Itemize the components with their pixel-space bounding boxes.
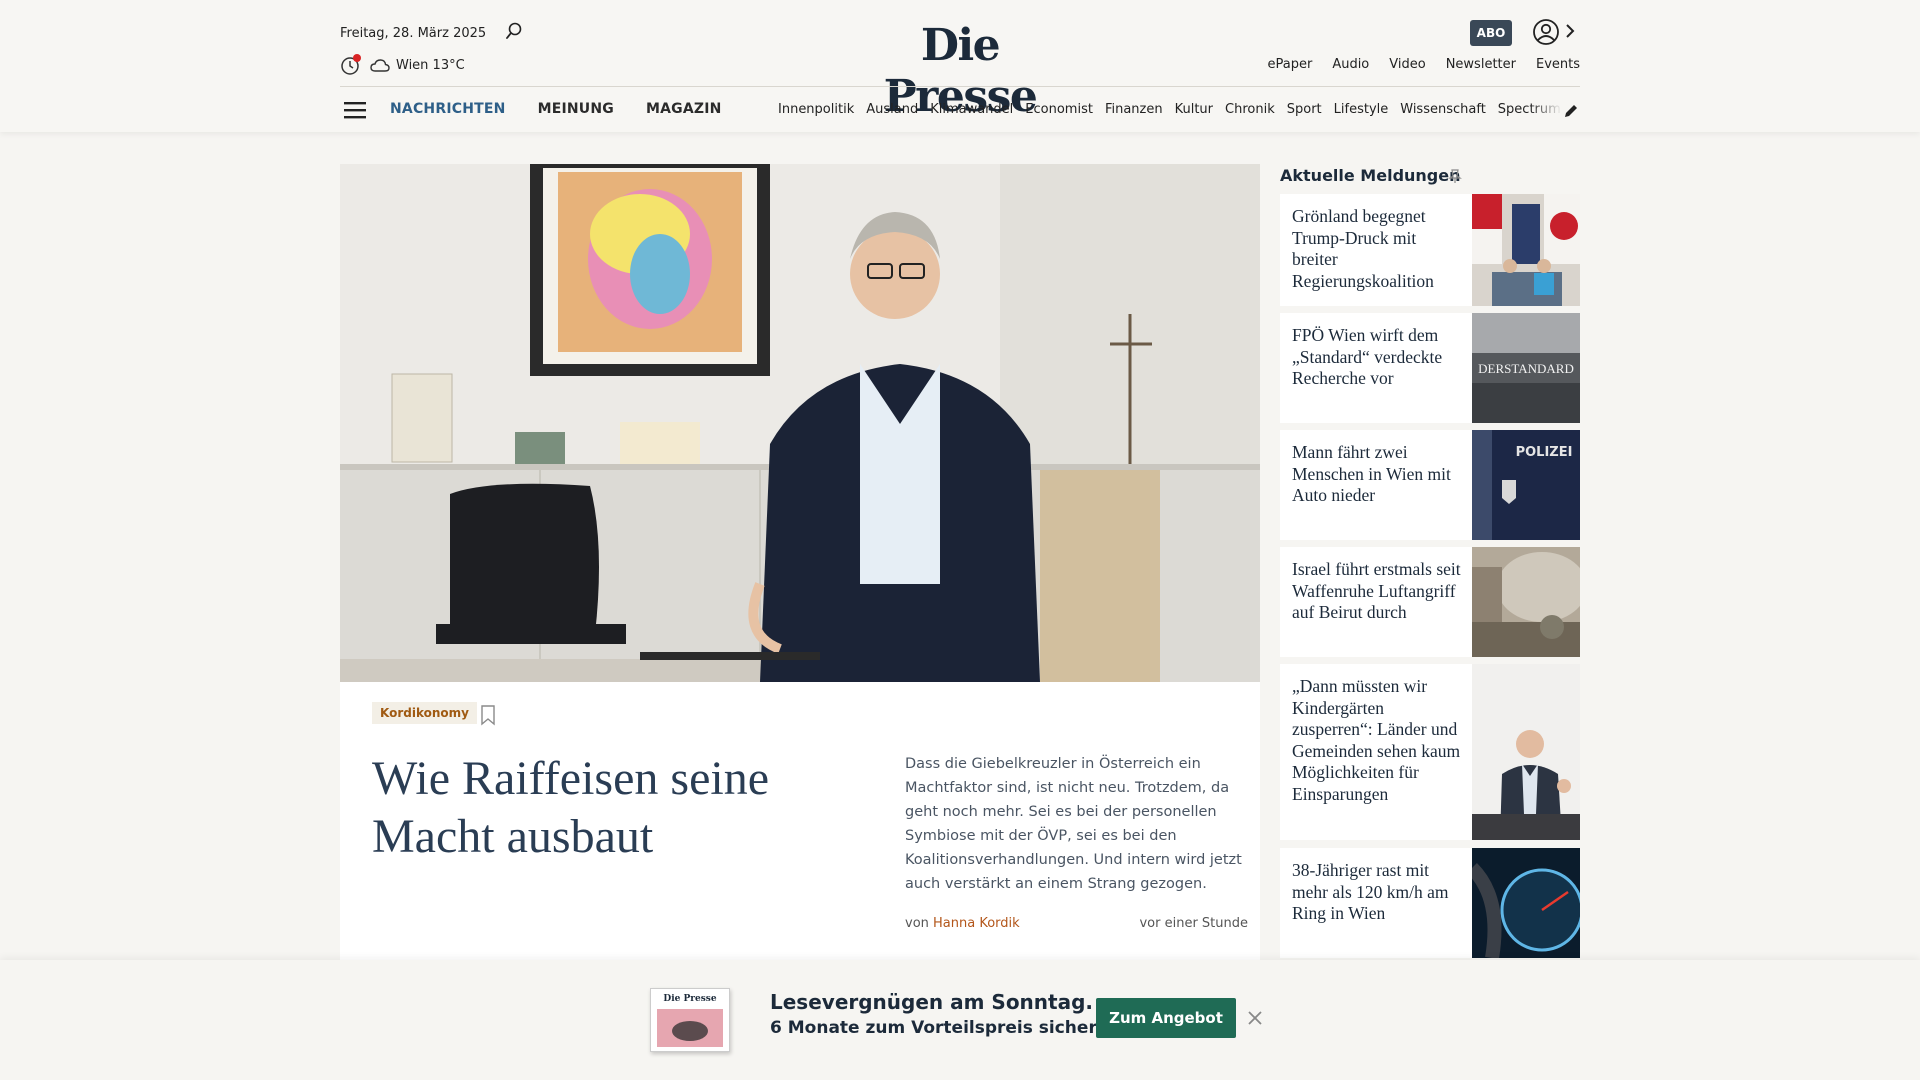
promo-subtitle: 6 Monate zum Vorteilspreis sichern. [770,1018,1116,1038]
util-nav-newsletter[interactable]: Newsletter [1446,57,1516,72]
util-nav-audio[interactable]: Audio [1332,57,1369,72]
promo-offer-button[interactable]: Zum Angebot [1096,998,1236,1038]
section-nav-item[interactable]: Wissenschaft [1400,102,1486,117]
section-nav-fade [1530,97,1562,123]
article-timestamp: vor einer Stunde [1139,916,1248,931]
article-byline: von Hanna Kordik [905,916,1020,931]
hero-photo-man-in-office [340,164,1260,682]
close-icon[interactable] [1247,1010,1263,1026]
section-nav-item[interactable]: Economist [1025,102,1093,117]
section-nav-item[interactable]: Innenpolitik [778,102,854,117]
greenland-flags-photo [1472,194,1580,306]
header-inner: Freitag, 28. März 2025 Wien 13°C Die Pre… [340,0,1580,132]
chevron-right-icon[interactable] [1564,22,1576,40]
current-date: Freitag, 28. März 2025 [340,26,487,41]
account-icon[interactable] [1532,18,1560,46]
section-nav-item[interactable]: Finanzen [1105,102,1163,117]
news-item-title[interactable]: Israel führt erstmals seit Waffenruhe Lu… [1292,559,1464,624]
util-nav-epaper[interactable]: ePaper [1267,57,1312,72]
author-link[interactable]: Hanna Kordik [933,916,1020,931]
main-nav-meinung[interactable]: MEINUNG [538,101,614,117]
site-header: Freitag, 28. März 2025 Wien 13°C Die Pre… [0,0,1920,132]
main-nav-magazin[interactable]: MAGAZIN [646,101,722,117]
news-item-title[interactable]: Grönland begegnet Trump-Druck mit breite… [1292,206,1464,292]
section-nav: Innenpolitik Ausland Klimawandel Economi… [778,102,1570,117]
promo-thumb-logo: Die Presse [663,994,716,1004]
news-item[interactable]: Israel führt erstmals seit Waffenruhe Lu… [1280,547,1580,657]
subscription-promo-bar: Die Presse Lesevergnügen am Sonntag. 6 M… [0,960,1920,1080]
news-item-title[interactable]: Mann fährt zwei Menschen in Wien mit Aut… [1292,442,1464,507]
news-item-thumbnail[interactable] [1472,194,1580,306]
thumb-sign-text: DERSTANDARD [1478,361,1574,376]
news-item-title[interactable]: 38-Jähriger rast mit mehr als 120 km/h a… [1292,860,1464,925]
news-item[interactable]: 38-Jähriger rast mit mehr als 120 km/h a… [1280,848,1580,958]
hero-article[interactable]: Kordikonomy Wie Raiffeisen seine Macht a… [340,164,1260,964]
derstandard-building-photo: DERSTANDARD [1472,313,1580,423]
section-nav-item[interactable]: Sport [1287,102,1322,117]
news-item-thumbnail[interactable]: POLIZEI [1472,430,1580,540]
pencil-icon[interactable] [1562,102,1580,120]
newspaper-image: Die Presse [651,989,729,1051]
section-nav-item[interactable]: Lifestyle [1334,102,1389,117]
news-item[interactable]: Grönland begegnet Trump-Druck mit breite… [1280,194,1580,306]
beirut-smoke-photo [1472,547,1580,657]
search-icon[interactable] [505,22,523,40]
article-headline[interactable]: Wie Raiffeisen seine Macht ausbaut [372,750,852,866]
category-tag[interactable]: Kordikonomy [372,702,477,724]
news-item-thumbnail[interactable] [1472,547,1580,657]
news-item[interactable]: Mann fährt zwei Menschen in Wien mit Aut… [1280,430,1580,540]
politician-speaking-photo [1472,664,1580,840]
news-item-thumbnail[interactable] [1472,848,1580,958]
section-nav-item[interactable]: Klimawandel [930,102,1013,117]
news-item[interactable]: „Dann müssten wir Kindergärten zusperren… [1280,664,1580,840]
news-item-title[interactable]: FPÖ Wien wirft dem „Standard“ verdeckte … [1292,325,1464,390]
section-nav-item[interactable]: Chronik [1225,102,1275,117]
abo-button[interactable]: ABO [1470,20,1512,46]
thumb-sign-text: POLIZEI [1516,445,1573,460]
section-nav-item[interactable]: Ausland [866,102,918,117]
speedometer-photo [1472,848,1580,958]
hero-image[interactable] [340,164,1260,682]
weather-text: Wien 13°C [396,58,465,73]
byline-prefix: von [905,916,929,931]
main-nav: NACHRICHTEN MEINUNG MAGAZIN [390,101,722,117]
police-officer-photo: POLIZEI [1472,430,1580,540]
section-nav-item[interactable]: Kultur [1175,102,1213,117]
promo-newspaper-thumbnail: Die Presse [650,988,730,1052]
main-nav-nachrichten[interactable]: NACHRICHTEN [390,101,506,117]
util-nav-events[interactable]: Events [1536,57,1580,72]
news-item-thumbnail[interactable]: DERSTANDARD [1472,313,1580,423]
article-teaser: Dass die Giebelkreuzler in Österreich ei… [905,756,1242,892]
nav-row: NACHRICHTEN MEINUNG MAGAZIN Innenpolitik… [340,86,1580,132]
pin-icon [1448,169,1462,183]
news-item[interactable]: FPÖ Wien wirft dem „Standard“ verdeckte … [1280,313,1580,423]
news-item-thumbnail[interactable] [1472,664,1580,840]
cloud-icon [370,59,390,72]
notification-badge [353,54,361,62]
promo-title: Lesevergnügen am Sonntag. [770,990,1094,1014]
hamburger-menu-icon[interactable] [344,101,366,119]
news-item-title[interactable]: „Dann müssten wir Kindergärten zusperren… [1292,676,1464,805]
sidebar-title: Aktuelle Meldungen [1280,166,1461,185]
bookmark-icon[interactable] [480,704,496,726]
utility-nav: ePaper Audio Video Newsletter Events [1267,57,1580,72]
util-nav-video[interactable]: Video [1389,57,1425,72]
